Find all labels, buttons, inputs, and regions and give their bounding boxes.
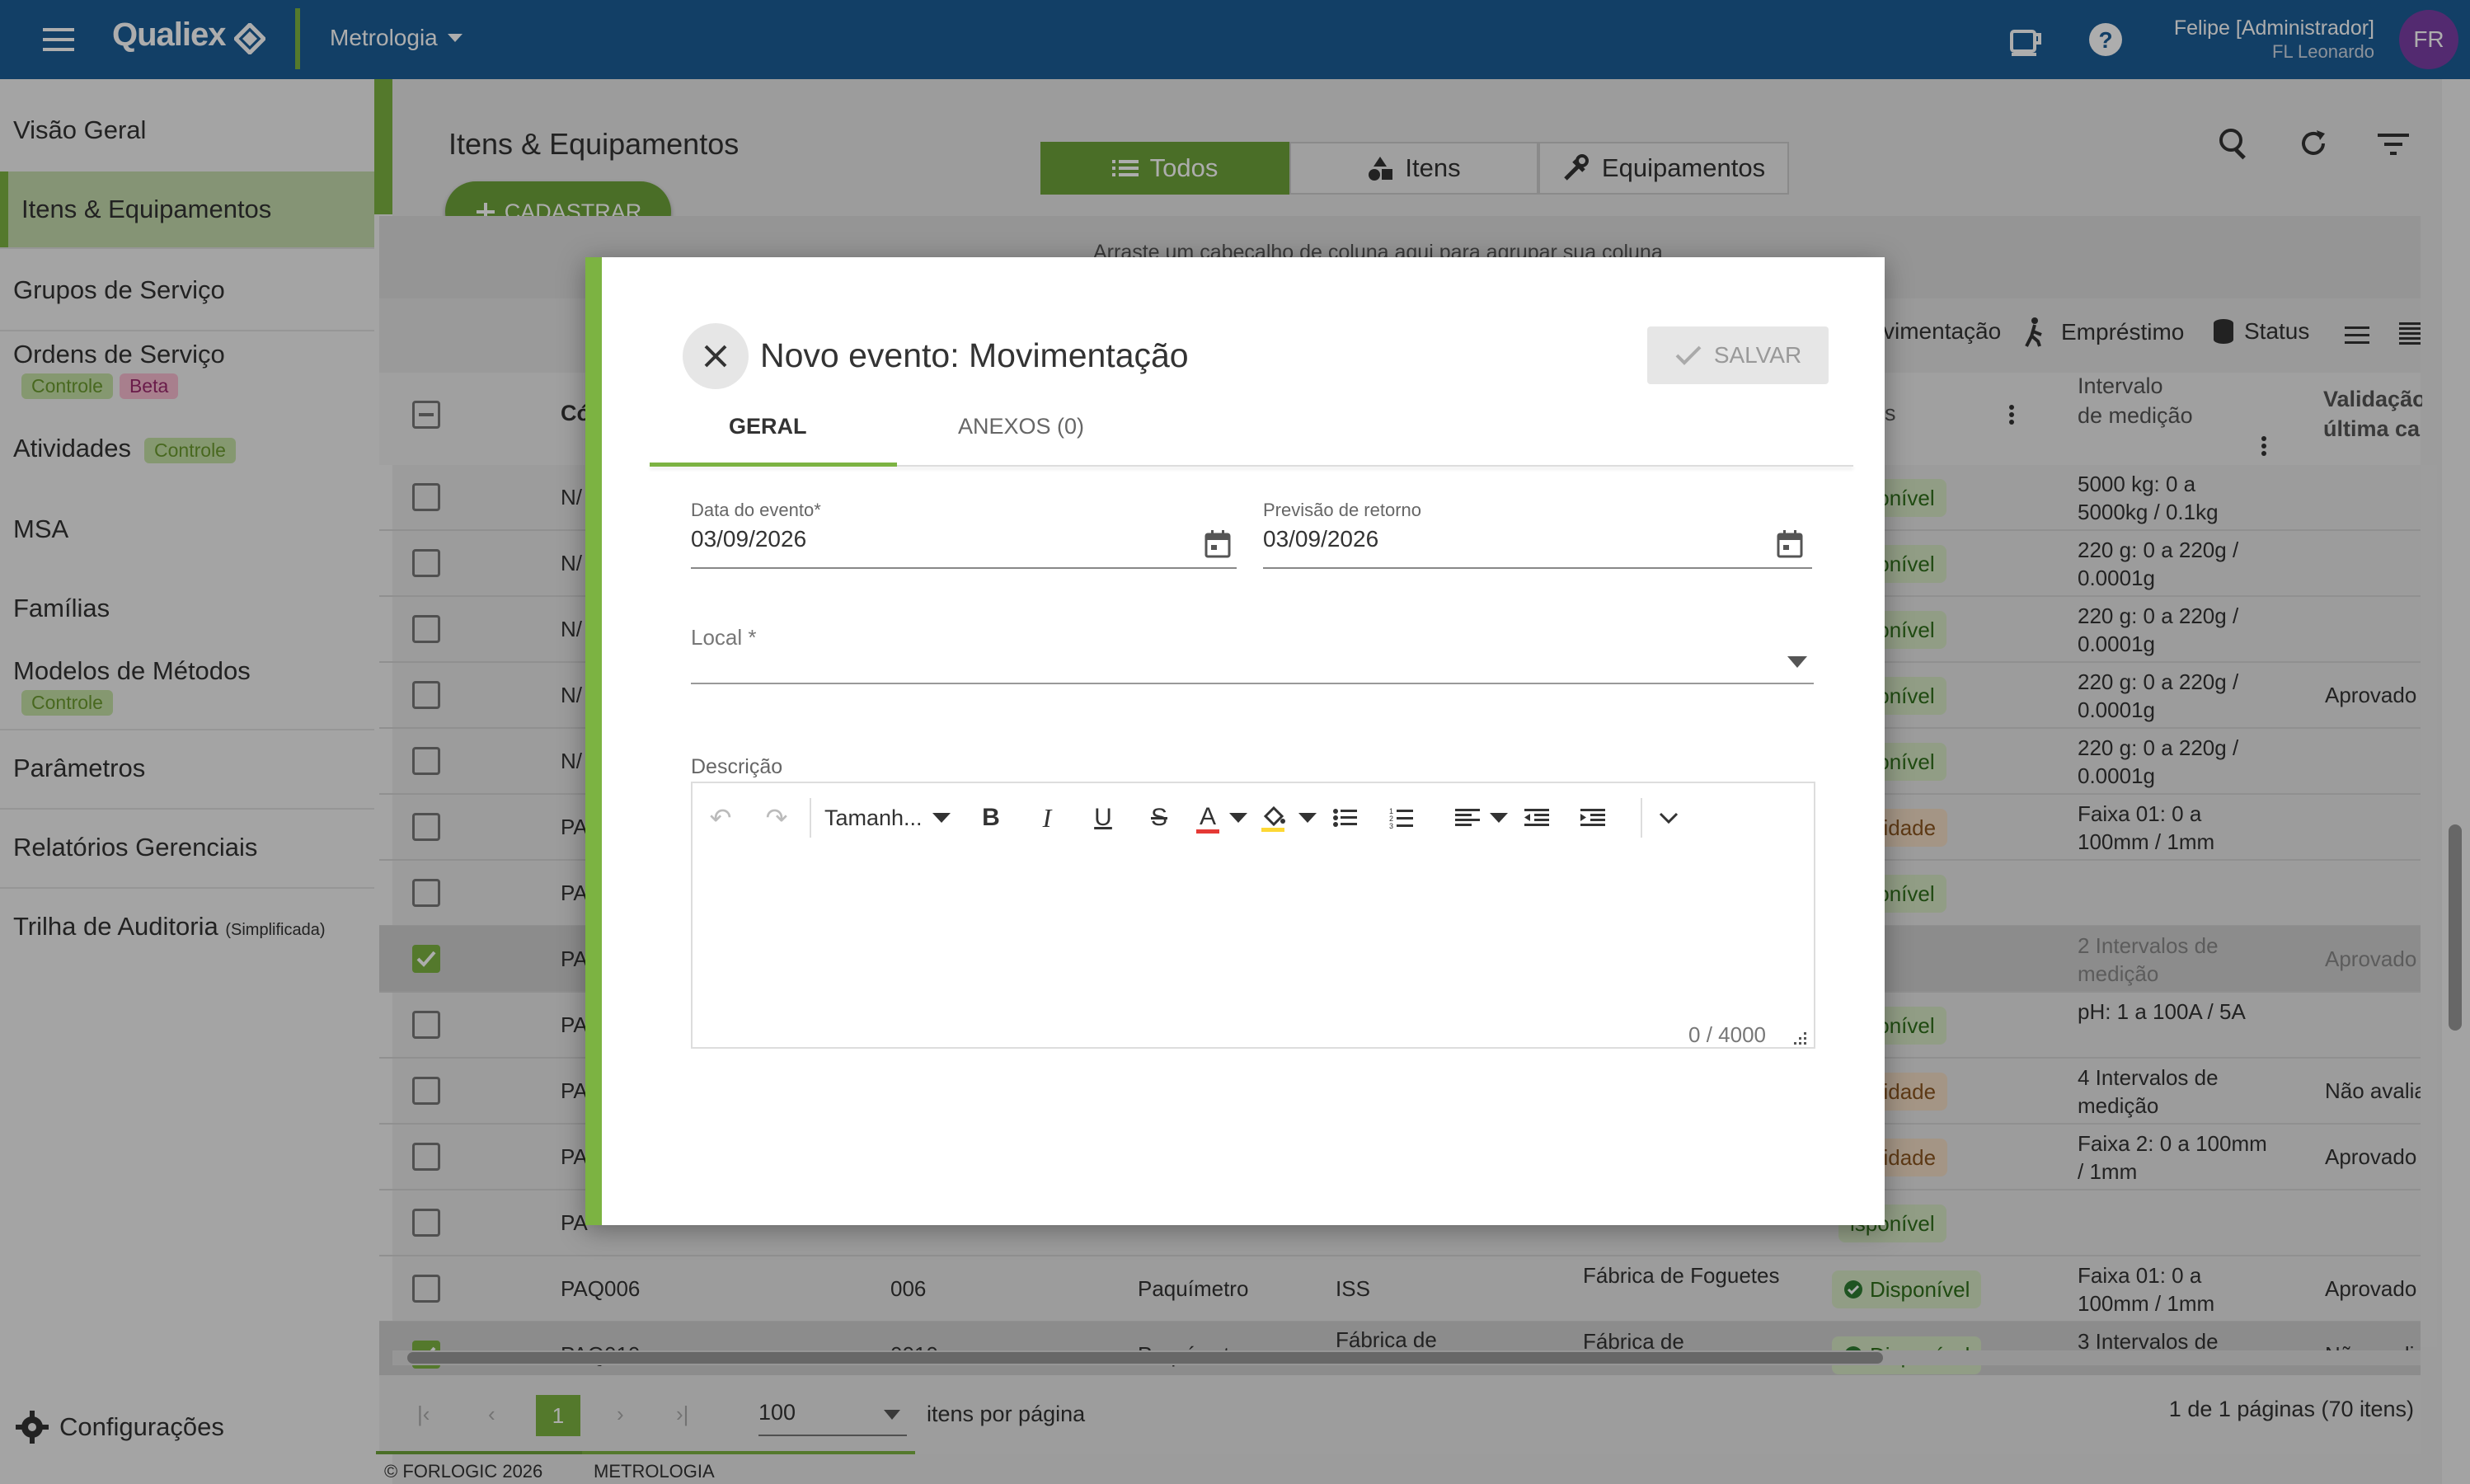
chevron-down-icon [1787, 656, 1807, 668]
new-event-dialog: Novo evento: Movimentação SALVAR GERAL A… [585, 257, 1885, 1225]
more-tools-icon[interactable] [1642, 783, 1695, 852]
tab-geral[interactable]: GERAL [729, 414, 807, 439]
calendar-icon[interactable] [1776, 529, 1804, 559]
tab-anexos[interactable]: ANEXOS (0) [958, 414, 1084, 439]
underline-icon[interactable]: U [1075, 783, 1131, 852]
save-button[interactable]: SALVAR [1647, 326, 1829, 384]
date-underline [691, 567, 1237, 569]
numbered-list-icon[interactable]: 123 [1374, 783, 1430, 852]
bullet-list-icon[interactable] [1317, 783, 1374, 852]
return-date-input[interactable]: 03/09/2026 [1263, 526, 1378, 552]
dialog-title: Novo evento: Movimentação [760, 336, 1189, 374]
description-editor: ↶ ↷ Tamanh... B I U S A 123 0 / 4000 [691, 782, 1815, 1049]
save-label: SALVAR [1713, 342, 1802, 368]
calendar-icon[interactable] [1204, 529, 1232, 559]
description-label: Descrição [691, 755, 783, 778]
strikethrough-icon[interactable]: S [1131, 783, 1187, 852]
char-counter: 0 / 4000 [1688, 1022, 1766, 1047]
local-underline [691, 683, 1814, 684]
tab-active-indicator [650, 463, 897, 467]
svg-text:3: 3 [1389, 822, 1393, 829]
return-underline [1263, 567, 1812, 569]
close-icon [704, 345, 727, 368]
toolbar-separator [810, 798, 811, 838]
return-label: Previsão de retorno [1263, 500, 1421, 520]
chevron-down-icon[interactable] [1298, 813, 1317, 823]
font-size-value: Tamanh... [824, 805, 923, 830]
bold-icon[interactable]: B [963, 783, 1019, 852]
align-left-icon[interactable] [1446, 783, 1489, 852]
undo-icon[interactable]: ↶ [693, 783, 749, 852]
chevron-down-icon [932, 813, 951, 823]
italic-icon[interactable]: I [1019, 783, 1075, 852]
close-button[interactable] [683, 323, 749, 389]
font-color-icon[interactable]: A [1187, 783, 1228, 852]
highlight-color-icon[interactable] [1248, 783, 1298, 852]
local-select[interactable] [691, 612, 1812, 681]
editor-toolbar: ↶ ↷ Tamanh... B I U S A 123 [693, 783, 1814, 852]
redo-icon[interactable]: ↷ [749, 783, 805, 852]
resize-handle-icon[interactable] [1792, 1031, 1807, 1045]
date-input[interactable]: 03/09/2026 [691, 526, 806, 552]
chevron-down-icon[interactable] [1228, 813, 1248, 823]
date-label: Data do evento* [691, 500, 821, 520]
chevron-down-icon[interactable] [1489, 813, 1509, 823]
check-icon [1675, 345, 1702, 365]
description-textarea[interactable] [693, 852, 1814, 1047]
indent-icon[interactable] [1565, 783, 1621, 852]
font-size-select[interactable]: Tamanh... [816, 805, 963, 831]
outdent-icon[interactable] [1509, 783, 1565, 852]
